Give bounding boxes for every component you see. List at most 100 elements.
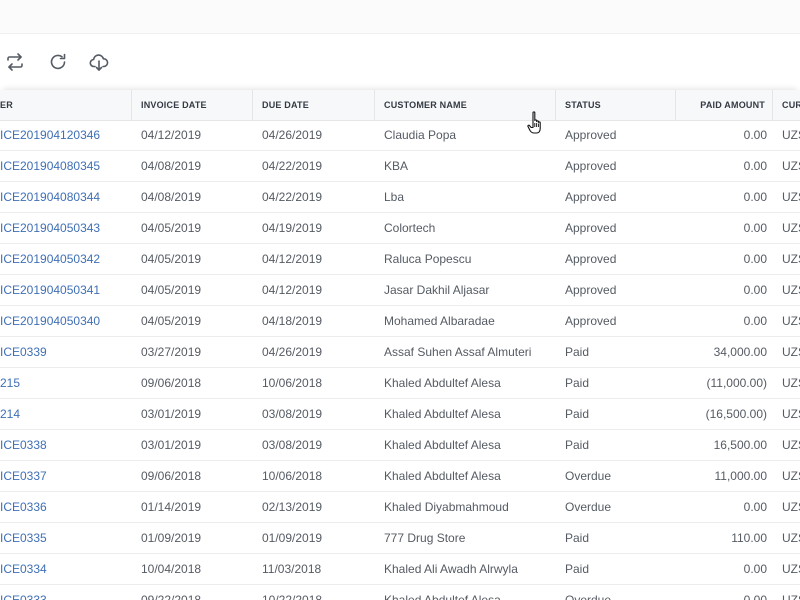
due-date-cell: 04/12/2019	[262, 252, 323, 266]
table-row[interactable]: ICE201904080344 04/08/2019 04/22/2019 Lba Ap…	[0, 182, 800, 213]
toolbar	[0, 34, 800, 90]
customer-name-cell: Assaf Suhen Assaf Almuteri	[384, 345, 532, 359]
invoice-number-cell[interactable]: 215	[0, 368, 130, 398]
currency-cell: UZS	[782, 252, 800, 266]
invoice-number-cell[interactable]: ICE201904050340	[0, 306, 130, 336]
table-row[interactable]: ICE201904050340 04/05/2019 04/18/2019 Moham…	[0, 306, 800, 337]
invoice-date-cell: 10/04/2018	[141, 562, 202, 576]
paid-amount-cell: 0.00	[743, 593, 767, 600]
due-date-cell: 03/08/2019	[262, 438, 323, 452]
table-row[interactable]: ICE0339 03/27/2019 04/26/2019 Assaf Suhen A…	[0, 337, 800, 368]
due-date-cell: 04/22/2019	[262, 190, 323, 204]
due-date-cell: 11/03/2018	[262, 562, 322, 576]
page: ER INVOICE DATE DUE DATE CUSTOMER NAME S…	[0, 0, 800, 600]
invoice-number-cell[interactable]: ICE201904050343	[0, 213, 130, 243]
invoice-number-cell[interactable]: ICE201904050341	[0, 275, 130, 305]
currency-cell: UZS	[782, 469, 800, 483]
paid-amount-cell: 110.00	[731, 531, 767, 545]
paid-amount-cell: 0.00	[743, 314, 767, 328]
status-cell: Overdue	[565, 469, 612, 483]
table-row[interactable]: 215 09/06/2018 10/06/2018 Khaled Abdultef A…	[0, 368, 800, 399]
status-cell: Overdue	[565, 593, 612, 600]
top-band	[0, 0, 800, 34]
invoice-date-cell: 01/09/2019	[141, 531, 202, 545]
customer-name-cell: 777 Drug Store	[384, 531, 466, 545]
paid-amount-cell: 0.00	[743, 252, 767, 266]
due-date-cell: 03/08/2019	[262, 407, 323, 421]
currency-cell: UZS	[782, 562, 800, 576]
currency-cell: UZS	[782, 314, 800, 328]
status-cell: Paid	[565, 438, 590, 452]
table-row[interactable]: ICE0337 09/06/2018 10/06/2018 Khaled Abdult…	[0, 461, 800, 492]
due-date-cell: 04/19/2019	[262, 221, 323, 235]
invoice-number-cell[interactable]: ICE201904080344	[0, 182, 130, 212]
due-date-cell: 10/06/2018	[262, 469, 323, 483]
paid-amount-cell: 16,500.00	[713, 438, 767, 452]
invoice-number-cell[interactable]: ICE201904080345	[0, 151, 130, 181]
table-row[interactable]: ICE201904120346 04/12/2019 04/26/2019 Claud…	[0, 120, 800, 151]
currency-cell: UZS	[782, 376, 800, 390]
status-cell: Approved	[565, 190, 617, 204]
invoice-date-cell: 04/08/2019	[141, 190, 202, 204]
status-cell: Approved	[565, 221, 617, 235]
status-cell: Paid	[565, 376, 590, 390]
paid-amount-cell: 0.00	[743, 221, 767, 235]
paid-amount-cell: 0.00	[743, 500, 767, 514]
paid-amount-cell: 0.00	[743, 128, 767, 142]
invoice-number-cell[interactable]: ICE0338	[0, 430, 130, 460]
table-row[interactable]: ICE0338 03/01/2019 03/08/2019 Khaled Abdult…	[0, 430, 800, 461]
column-header-status[interactable]: STATUS	[556, 90, 676, 120]
column-header-number[interactable]: ER	[0, 90, 132, 120]
invoice-number-cell[interactable]: ICE0336	[0, 492, 130, 522]
invoice-number-cell[interactable]: 214	[0, 399, 130, 429]
column-header-invoice-date[interactable]: INVOICE DATE	[132, 90, 253, 120]
currency-cell: UZS	[782, 190, 800, 204]
refresh-icon[interactable]	[46, 50, 70, 74]
column-header-due-date[interactable]: DUE DATE	[253, 90, 375, 120]
download-icon[interactable]	[87, 50, 111, 74]
invoice-date-cell: 03/01/2019	[141, 438, 202, 452]
customer-name-cell: Khaled Diyabmahmoud	[384, 500, 509, 514]
swap-icon[interactable]	[3, 50, 27, 74]
status-cell: Paid	[565, 345, 590, 359]
table-header: ER INVOICE DATE DUE DATE CUSTOMER NAME S…	[0, 90, 800, 121]
customer-name-cell: Colortech	[384, 221, 436, 235]
paid-amount-cell: (11,000.00)	[706, 376, 768, 390]
table-row[interactable]: ICE201904050341 04/05/2019 04/12/2019 Jasar…	[0, 275, 800, 306]
table-row[interactable]: ICE201904050342 04/05/2019 04/12/2019 Raluc…	[0, 244, 800, 275]
paid-amount-cell: (16,500.00)	[705, 407, 767, 421]
paid-amount-cell: 0.00	[743, 283, 767, 297]
table-row[interactable]: ICE0335 01/09/2019 01/09/2019 777 Drug Stor…	[0, 523, 800, 554]
invoice-number-cell[interactable]: ICE201904120346	[0, 120, 130, 150]
currency-cell: UZS	[782, 345, 800, 359]
status-cell: Approved	[565, 314, 617, 328]
due-date-cell: 10/06/2018	[262, 376, 323, 390]
table-row[interactable]: ICE201904050343 04/05/2019 04/19/2019 Color…	[0, 213, 800, 244]
invoice-number-cell[interactable]: ICE0333	[0, 585, 130, 600]
invoice-number-cell[interactable]: ICE0335	[0, 523, 130, 553]
table-row[interactable]: ICE0334 10/04/2018 11/03/2018 Khaled Ali Aw…	[0, 554, 800, 585]
table-row[interactable]: 214 03/01/2019 03/08/2019 Khaled Abdultef A…	[0, 399, 800, 430]
table-row[interactable]: ICE0333 09/22/2018 10/22/2018 Khaled Abdult…	[0, 585, 800, 600]
invoice-number-cell[interactable]: ICE0334	[0, 554, 130, 584]
due-date-cell: 04/22/2019	[262, 159, 323, 173]
invoice-number-cell[interactable]: ICE201904050342	[0, 244, 130, 274]
status-cell: Paid	[565, 407, 590, 421]
due-date-cell: 10/22/2018	[262, 593, 323, 600]
table-row[interactable]: ICE201904080345 04/08/2019 04/22/2019 KBA Ap…	[0, 151, 800, 182]
customer-name-cell: Khaled Ali Awadh Alrwyla	[384, 562, 518, 576]
invoice-number-cell[interactable]: ICE0337	[0, 461, 130, 491]
paid-amount-cell: 0.00	[743, 159, 767, 173]
due-date-cell: 04/18/2019	[262, 314, 323, 328]
invoice-table: ER INVOICE DATE DUE DATE CUSTOMER NAME S…	[0, 90, 800, 600]
column-header-currency[interactable]: CUR	[773, 90, 800, 120]
status-cell: Approved	[565, 159, 617, 173]
due-date-cell: 04/26/2019	[262, 345, 323, 359]
column-header-paid-amount[interactable]: PAID AMOUNT	[676, 90, 773, 120]
invoice-date-cell: 04/05/2019	[141, 221, 202, 235]
invoice-number-cell[interactable]: ICE0339	[0, 337, 130, 367]
customer-name-cell: KBA	[384, 159, 409, 173]
invoice-date-cell: 04/08/2019	[141, 159, 202, 173]
table-row[interactable]: ICE0336 01/14/2019 02/13/2019 Khaled Diyabm…	[0, 492, 800, 523]
status-cell: Approved	[565, 283, 617, 297]
